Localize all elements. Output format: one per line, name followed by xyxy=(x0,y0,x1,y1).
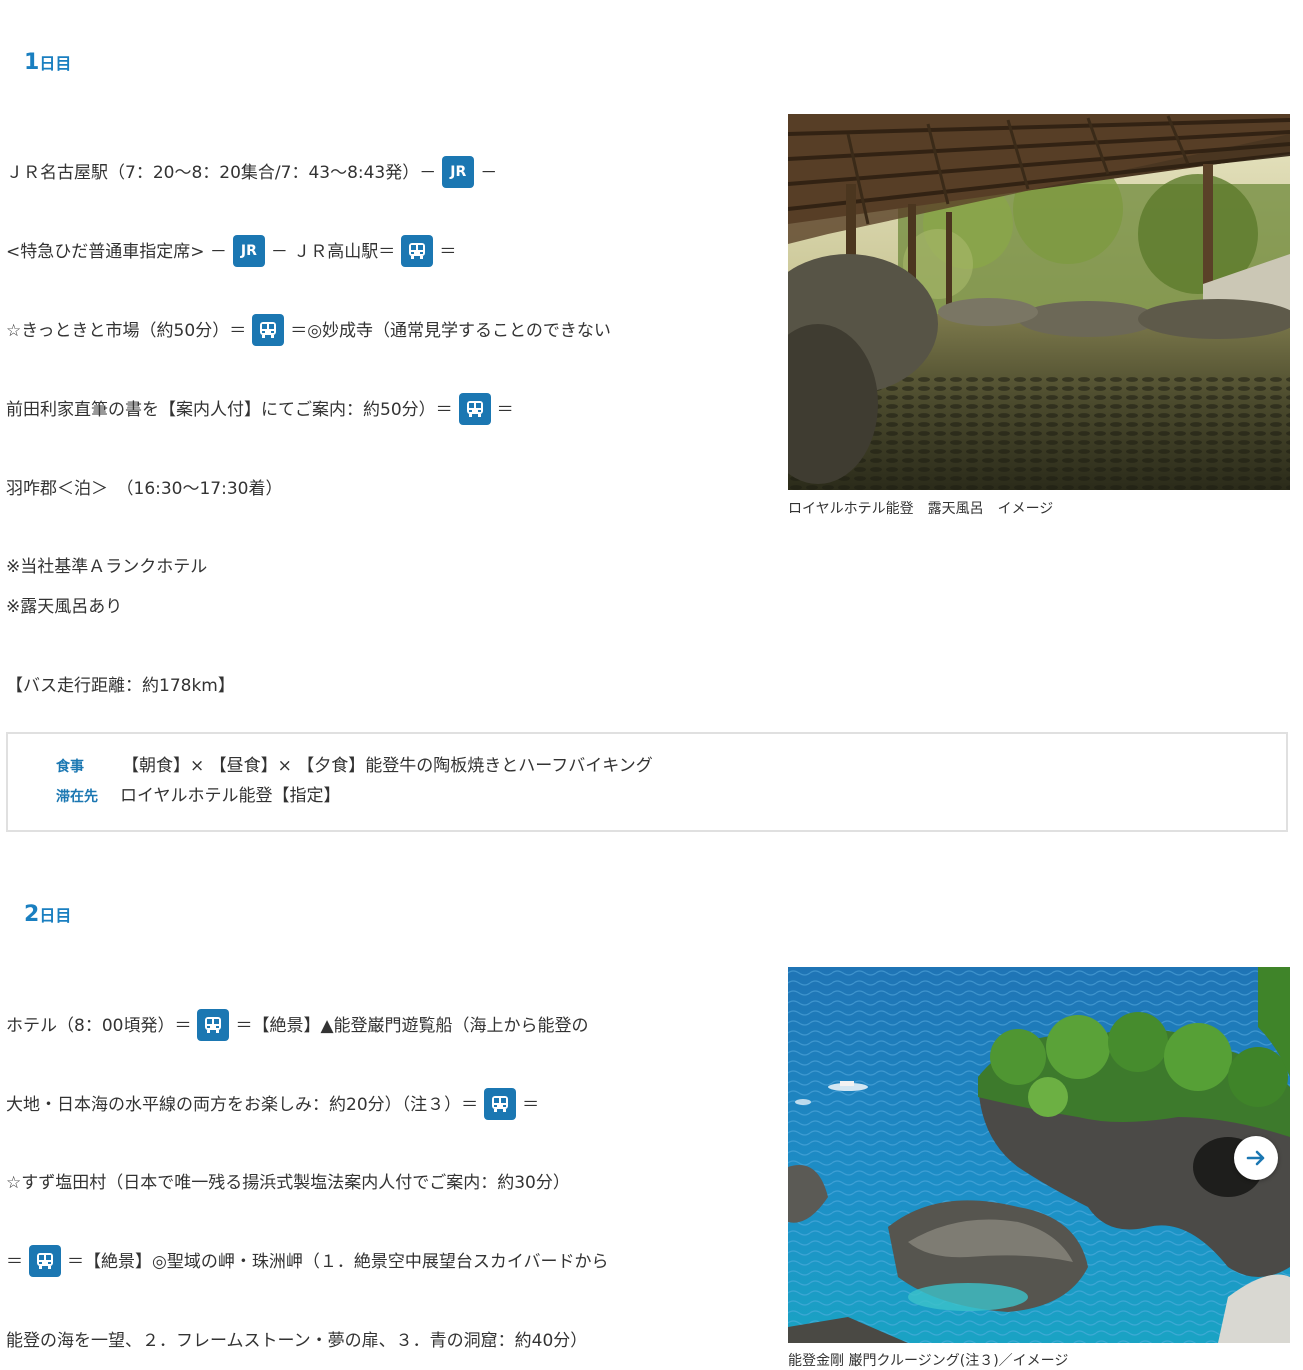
day1-note-1: ※当社基準Ａランクホテル xyxy=(6,557,208,577)
meals-value: 【朝食】× 【昼食】× 【夕食】能登牛の陶板焼きとハーフバイキング xyxy=(122,756,653,776)
bus-icon xyxy=(29,1245,61,1277)
day1-line-1: ＪＲ名古屋駅（7：20～8：20集合/7：43～8:43発）－ JR － xyxy=(6,156,497,190)
bus-icon xyxy=(197,1009,230,1041)
day1-line-4: 前田利家直筆の書を【案内人付】にてご案内：約50分）＝＝ xyxy=(6,393,514,427)
bus-icon xyxy=(252,314,285,346)
day2-line-4: ＝＝【絶景】◎聖域の岬・珠洲岬（１．絶景空中展望台スカイバードから xyxy=(6,1245,609,1279)
meals-info-box: 食事 【朝食】× 【昼食】× 【夕食】能登牛の陶板焼きとハーフバイキング 滞在先 ロ… xyxy=(6,732,1288,832)
day1-heading: 1日目 xyxy=(24,50,72,75)
jr-icon: JR xyxy=(232,235,265,267)
day1-line-2: <特急ひだ普通車指定席> － JR － ＪＲ高山駅＝＝ xyxy=(6,235,456,269)
photo-caption-day1: ロイヤルホテル能登 露天風呂 イメージ xyxy=(788,501,1054,517)
stay-value: ロイヤルホテル能登【指定】 xyxy=(120,786,341,806)
day1-line-3: ☆きっときと市場（約50分）＝ ＝◎妙成寺（通常見学することのできない xyxy=(6,314,611,348)
day1-line-5: 羽咋郡＜泊＞ （16:30～17:30着） xyxy=(6,479,283,499)
bus-icon xyxy=(401,235,434,267)
day2-line-1: ホテル（8：00頃発）＝ ＝【絶景】▲能登巌門遊覧船（海上から能登の xyxy=(6,1009,589,1043)
stay-label: 滞在先 xyxy=(56,789,98,805)
bus-icon xyxy=(458,393,491,425)
arrow-right-icon xyxy=(1246,1150,1265,1166)
meals-row: 食事 【朝食】× 【昼食】× 【夕食】能登牛の陶板焼きとハーフバイキング xyxy=(56,752,653,781)
day2-heading: 2日目 xyxy=(24,902,72,927)
bus-icon xyxy=(484,1088,517,1120)
stay-row: 滞在先 ロイヤルホテル能登【指定】 xyxy=(56,782,341,811)
jr-icon: JR xyxy=(442,156,475,188)
day2-line-3: ☆すず塩田村（日本で唯一残る揚浜式製塩法案内人付でご案内：約30分） xyxy=(6,1173,570,1193)
carousel-next-button[interactable] xyxy=(1234,1136,1278,1180)
day1-bus-distance: 【バス走行距離：約178km】 xyxy=(6,676,235,696)
photo-ganmon-coast xyxy=(788,967,1290,1343)
photo-caption-day2: 能登金剛 巌門クルージング(注３)／イメージ xyxy=(788,1353,1069,1369)
day2-line-5: 能登の海を一望、２．フレームストーン・夢の扉、３．青の洞窟：約40分） xyxy=(6,1331,588,1351)
photo-hotel-outdoor-bath xyxy=(788,114,1290,490)
day1-note-2: ※露天風呂あり xyxy=(6,597,123,617)
meals-label: 食事 xyxy=(56,759,84,775)
day2-line-2: 大地・日本海の水平線の両方をお楽しみ：約20分）（注３）＝＝ xyxy=(6,1088,539,1122)
